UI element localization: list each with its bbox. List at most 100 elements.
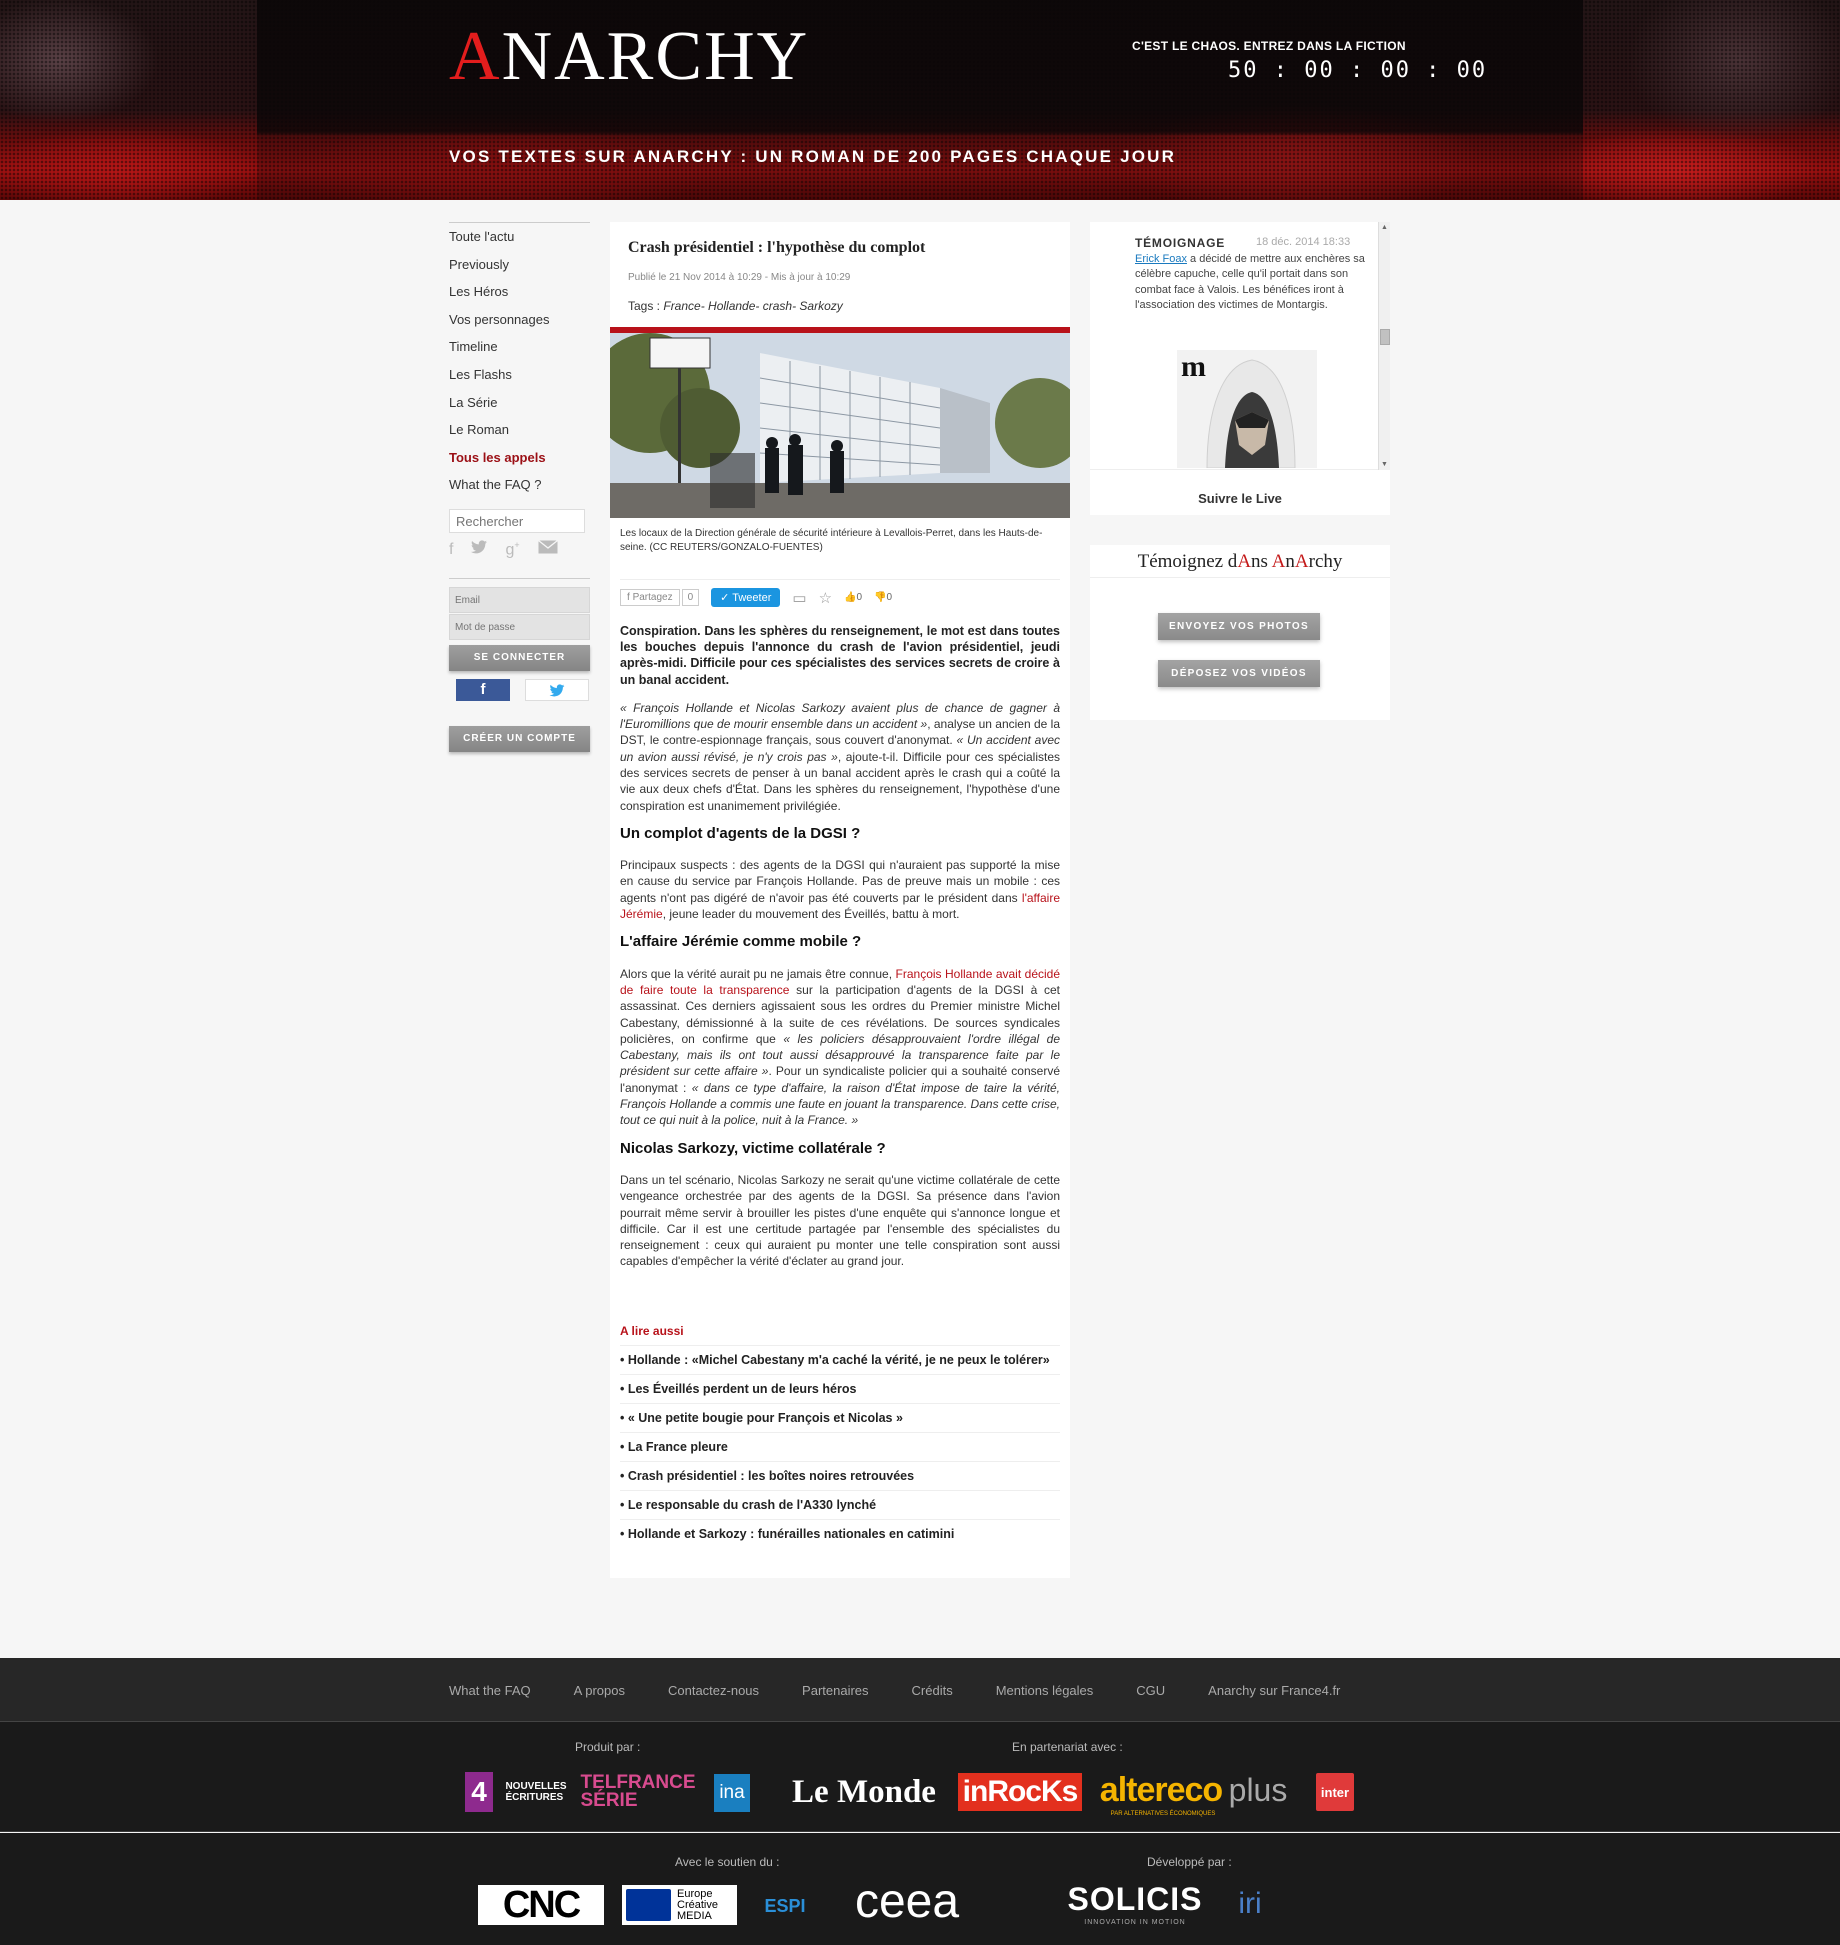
footer-link-cgu[interactable]: CGU	[1136, 1683, 1165, 1698]
temoignez-widget: Témoignez dAns AnArchy ENVOYEZ VOS PHOTO…	[1090, 545, 1390, 720]
like-button[interactable]: 👍0	[844, 592, 862, 603]
share-fb-label: Partagez	[632, 592, 673, 603]
article-paragraph-2: Principaux suspects : des agents de la D…	[620, 857, 1060, 922]
related-article-link[interactable]: • Hollande : «Michel Cabestany m'a caché…	[620, 1345, 1060, 1374]
search-input[interactable]	[449, 509, 585, 533]
cnc-logo[interactable]: CNC	[478, 1884, 604, 1926]
inrocks-logo[interactable]: inRocKs	[958, 1773, 1082, 1811]
nav-item-roman[interactable]: Le Roman	[449, 416, 590, 444]
le-monde-logo[interactable]: Le Monde	[790, 1772, 938, 1812]
scroll-thumb[interactable]	[1380, 329, 1390, 345]
follow-live-link[interactable]: Suivre le Live	[1090, 491, 1390, 506]
nav-item-heros[interactable]: Les Héros	[449, 278, 590, 306]
nav-item-previously[interactable]: Previously	[449, 251, 590, 279]
send-photos-button[interactable]: ENVOYEZ VOS PHOTOS	[1158, 613, 1320, 640]
title-part: ns	[1251, 551, 1272, 572]
nav-item-faq[interactable]: What the FAQ ?	[449, 471, 590, 499]
scroll-down-icon[interactable]: ▼	[1381, 461, 1388, 468]
article-subheading-1: Un complot d'agents de la DGSI ?	[620, 824, 861, 842]
password-field[interactable]	[449, 614, 590, 640]
live-feed-scroll[interactable]: TÉMOIGNAGE 18 déc. 2014 18:33 Erick Foax…	[1090, 222, 1390, 470]
footer-link-contact[interactable]: Contactez-nous	[668, 1683, 759, 1698]
footer-link-france4[interactable]: Anarchy sur France4.fr	[1208, 1683, 1340, 1698]
france-inter-logo[interactable]: inter	[1316, 1773, 1354, 1811]
partnership-label: En partenariat avec :	[1012, 1740, 1123, 1754]
facebook-login-button[interactable]: f	[456, 679, 510, 701]
mail-icon[interactable]	[537, 540, 558, 559]
tweet-button[interactable]: ✓ Tweeter	[711, 588, 781, 607]
title-part: A	[1294, 551, 1309, 572]
logo-letter-c: C	[655, 18, 705, 95]
thumbs-down-icon: 👎	[874, 592, 887, 603]
social-icons: f g+	[449, 540, 585, 559]
nav-item-flashs[interactable]: Les Flashs	[449, 361, 590, 389]
live-author-link[interactable]: Erick Foax	[1135, 253, 1187, 265]
telfrance-logo[interactable]: TELFRANCE SÉRIE	[580, 1772, 695, 1812]
thumbs-up-icon: 👍	[844, 592, 857, 603]
footer-link-about[interactable]: A propos	[574, 1683, 625, 1698]
footer-support: Avec le soutien du : Développé par : CNC…	[0, 1833, 1840, 1945]
upload-videos-button[interactable]: DÉPOSEZ VOS VIDÉOS	[1158, 660, 1320, 687]
footer-link-faq[interactable]: What the FAQ	[449, 1683, 531, 1698]
photo-caption: Les locaux de la Direction générale de s…	[620, 528, 1043, 553]
twitter-icon[interactable]	[471, 540, 488, 559]
alterneco-plus-logo[interactable]: plus	[1218, 1770, 1298, 1810]
nav-item-personnages[interactable]: Vos personnages	[449, 306, 590, 334]
twitter-login-button[interactable]	[525, 679, 589, 701]
title-part: A	[1237, 551, 1252, 572]
facebook-share-button[interactable]: f Partagez	[620, 589, 680, 606]
email-field[interactable]	[449, 587, 590, 613]
comment-icon[interactable]: ▭	[792, 589, 806, 607]
tweet-label: Tweeter	[732, 592, 772, 604]
iri-logo[interactable]: iri	[1220, 1883, 1280, 1925]
google-plus-icon[interactable]: g+	[505, 540, 519, 559]
related-article-link[interactable]: • « Une petite bougie pour François et N…	[620, 1403, 1060, 1432]
alterneco-sub-logo: PAR ALTERNATIVES ÉCONOMIQUES	[1110, 1811, 1216, 1817]
solicis-logo[interactable]: SOLICIS	[1065, 1881, 1205, 1917]
article-paragraph-4: Dans un tel scénario, Nicolas Sarkozy ne…	[620, 1172, 1060, 1269]
scroll-up-icon[interactable]: ▲	[1381, 224, 1388, 231]
like-count: 0	[856, 592, 863, 603]
related-article-link[interactable]: • Hollande et Sarkozy : funérailles nati…	[620, 1519, 1060, 1548]
nouvelles-ecritures-logo[interactable]: NOUVELLES ÉCRITURES	[505, 1772, 566, 1812]
logo-letters-end: HY	[704, 18, 810, 95]
ceea-logo[interactable]: ceea	[832, 1875, 982, 1928]
star-icon[interactable]: ☆	[819, 589, 832, 607]
tags-list[interactable]: France- Hollande- crash- Sarkozy	[663, 299, 842, 313]
tags-label: Tags :	[628, 299, 664, 313]
site-header: ANARCHY C'EST LE CHAOS. ENTREZ DANS LA F…	[0, 0, 1840, 200]
login-button[interactable]: SE CONNECTER	[449, 645, 590, 671]
live-item-image[interactable]: m	[1177, 350, 1317, 468]
footer-link-credits[interactable]: Crédits	[912, 1683, 953, 1698]
related-article-link[interactable]: • Crash présidentiel : les boîtes noires…	[620, 1461, 1060, 1490]
related-article-link[interactable]: • La France pleure	[620, 1432, 1060, 1461]
footer-link-partners[interactable]: Partenaires	[802, 1683, 868, 1698]
footer-partners: Produit par : En partenariat avec : 4 NO…	[0, 1722, 1840, 1832]
live-scrollbar[interactable]: ▲ ▼	[1378, 222, 1390, 470]
espi-logo[interactable]: ESPI	[755, 1887, 815, 1925]
footer-link-legal[interactable]: Mentions légales	[996, 1683, 1094, 1698]
anarchy-logo[interactable]: ANARCHY	[449, 22, 809, 92]
title-part: A	[1271, 551, 1286, 572]
share-count: 0	[681, 589, 700, 606]
support-label: Avec le soutien du :	[675, 1855, 780, 1869]
nav-item-toute-actu[interactable]: Toute l'actu	[449, 223, 590, 251]
europe-creative-logo[interactable]: Europe Créative MEDIA	[622, 1885, 737, 1925]
title-part: Témoignez d	[1137, 551, 1238, 572]
title-part: n	[1285, 551, 1295, 572]
text: Alors que la vérité aurait pu ne jamais …	[620, 966, 896, 981]
ina-logo[interactable]: ina	[714, 1774, 750, 1812]
nav-divider	[449, 578, 590, 579]
create-account-button[interactable]: CRÉER UN COMPTE	[449, 726, 590, 752]
related-article-link[interactable]: • Le responsable du crash de l'A330 lync…	[620, 1490, 1060, 1519]
alterneco-logo[interactable]: altereco	[1100, 1770, 1223, 1810]
related-article-link[interactable]: • Les Éveillés perdent un de leurs héros	[620, 1374, 1060, 1403]
dislike-button[interactable]: 👎0	[874, 592, 892, 603]
footer-nav: What the FAQ A propos Contactez-nous Par…	[0, 1658, 1840, 1722]
nav-item-appels[interactable]: Tous les appels	[449, 444, 590, 472]
nav-item-timeline[interactable]: Timeline	[449, 333, 590, 361]
france4-logo[interactable]: 4	[465, 1772, 493, 1812]
svg-text:m: m	[1181, 350, 1206, 383]
nav-item-serie[interactable]: La Série	[449, 389, 590, 417]
facebook-icon[interactable]: f	[449, 541, 453, 559]
